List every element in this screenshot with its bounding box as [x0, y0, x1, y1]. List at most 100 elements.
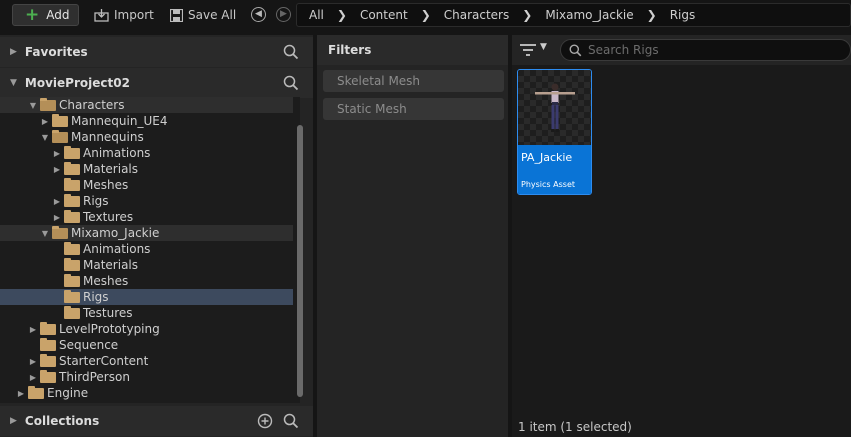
tree-item[interactable]: Animations [0, 241, 293, 257]
asset-tile-pa-jackie[interactable]: PA_Jackie Physics Asset [517, 69, 592, 195]
import-button[interactable]: Import [94, 4, 154, 26]
save-icon [170, 8, 183, 22]
tree-item[interactable]: ▶ StarterContent [0, 353, 293, 369]
asset-tile-info: PA_Jackie Physics Asset [518, 145, 591, 194]
asset-type: Physics Asset [521, 180, 575, 189]
breadcrumb-item-characters[interactable]: Characters [444, 8, 510, 22]
search-icon[interactable] [283, 75, 299, 91]
tree-item-label: Mixamo_Jackie [71, 226, 160, 240]
caret-down-icon[interactable]: ▼ [28, 101, 38, 110]
folder-icon [64, 241, 80, 255]
forward-nav-icon[interactable]: ▶ [276, 7, 291, 22]
tree-item[interactable]: ▶ Animations [0, 145, 293, 161]
tree-item[interactable]: Meshes [0, 273, 293, 289]
folder-tree: ▼ Characters ▶ Mannequin_UE4 ▼ Mannequins ▶ Ani… [0, 97, 300, 403]
breadcrumb-item-content[interactable]: Content [360, 8, 408, 22]
tree-item[interactable]: Meshes [0, 177, 293, 193]
folder-icon [64, 161, 80, 175]
chevron-right-icon[interactable]: ❯ [421, 8, 431, 22]
tree-item-label: Meshes [83, 178, 129, 192]
filter-static-mesh[interactable]: Static Mesh [323, 98, 504, 120]
folder-icon [64, 289, 80, 303]
folder-icon [64, 257, 80, 271]
add-collection-icon[interactable] [257, 413, 273, 429]
tree-item-label: Mannequin_UE4 [71, 114, 168, 128]
folder-icon [64, 193, 80, 207]
back-nav-icon[interactable]: ◀ [251, 7, 266, 22]
caret-right-icon[interactable]: ▶ [28, 325, 38, 334]
caret-down-icon[interactable]: ▼ [40, 133, 50, 142]
chevron-right-icon[interactable]: ❯ [337, 8, 347, 22]
tree-item[interactable]: Testures [0, 305, 293, 321]
status-text: 1 item (1 selected) [518, 420, 632, 434]
caret-right-icon[interactable]: ▶ [40, 117, 50, 126]
add-button[interactable]: + Add [12, 4, 79, 26]
tree-item[interactable]: ▶ Textures [0, 209, 293, 225]
tree-item[interactable]: ▶ Mannequin_UE4 [0, 113, 293, 129]
folder-icon [64, 305, 80, 319]
tree-item[interactable]: Sequence [0, 337, 293, 353]
chevron-right-icon[interactable]: ❯ [522, 8, 532, 22]
folder-icon [52, 113, 68, 127]
tree-item[interactable]: ▼ Mixamo_Jackie [0, 225, 293, 241]
tree-item[interactable]: ▶ LevelPrototyping [0, 321, 293, 337]
search-input[interactable] [588, 43, 828, 57]
tree-item-label: Sequence [59, 338, 119, 352]
tree-item-label: Materials [83, 258, 139, 272]
tree-item-label: LevelPrototyping [59, 322, 160, 336]
caret-right-icon[interactable]: ▶ [16, 389, 26, 398]
search-box[interactable] [560, 39, 851, 61]
breadcrumb-item-rigs[interactable]: Rigs [670, 8, 696, 22]
tree-item[interactable]: ▼ Characters [0, 97, 293, 113]
favorites-label: Favorites [24, 45, 88, 59]
tree-item[interactable]: ▶ Rigs [0, 193, 293, 209]
caret-right-icon[interactable]: ▶ [52, 213, 62, 222]
project-header[interactable]: ▼ MovieProject02 [0, 68, 313, 98]
tree-item[interactable]: ▶ Engine [0, 385, 293, 401]
breadcrumb-item-mixamo-jackie[interactable]: Mixamo_Jackie [545, 8, 633, 22]
search-icon[interactable] [283, 44, 299, 60]
save-all-button[interactable]: Save All [170, 4, 236, 26]
filter-skeletal-mesh[interactable]: Skeletal Mesh [323, 70, 504, 92]
folder-open-icon [52, 129, 68, 143]
collections-header[interactable]: ▶ Collections [0, 406, 313, 436]
filters-header: Filters [317, 35, 508, 65]
caret-right-icon[interactable]: ▶ [28, 357, 38, 366]
save-all-button-label: Save All [188, 8, 237, 22]
sources-panel: ▶ Favorites ▼ MovieProject02 ▼ Characters… [0, 35, 313, 437]
filter-icon[interactable] [520, 44, 536, 56]
tree-item-label: ThirdPerson [59, 370, 130, 384]
search-icon[interactable] [283, 413, 299, 429]
chevron-right-icon[interactable]: ❯ [647, 8, 657, 22]
tree-item[interactable]: ▶ ThirdPerson [0, 369, 293, 385]
tree-item[interactable]: Rigs [0, 289, 293, 305]
caret-down-icon[interactable]: ▼ [40, 229, 50, 238]
folder-icon [64, 177, 80, 191]
character-figure-icon [535, 83, 575, 132]
add-button-label: Add [46, 8, 70, 22]
asset-view-toolbar: ▼ [512, 35, 851, 65]
project-label: MovieProject02 [24, 76, 130, 90]
caret-right-icon[interactable]: ▶ [10, 47, 17, 57]
tree-scrollbar[interactable] [297, 125, 303, 397]
chevron-down-icon[interactable]: ▼ [540, 42, 547, 52]
tree-item-label: Rigs [83, 290, 109, 304]
caret-right-icon[interactable]: ▶ [10, 416, 17, 426]
tree-item-label: Meshes [83, 274, 129, 288]
folder-icon [64, 145, 80, 159]
breadcrumb-item-all[interactable]: All [309, 8, 324, 22]
caret-right-icon[interactable]: ▶ [52, 197, 62, 206]
caret-right-icon[interactable]: ▶ [52, 165, 62, 174]
folder-icon [40, 353, 56, 367]
favorites-header[interactable]: ▶ Favorites [0, 37, 313, 67]
tree-item[interactable]: ▼ Mannequins [0, 129, 293, 145]
tree-item[interactable]: ▶ Materials [0, 161, 293, 177]
caret-down-icon[interactable]: ▼ [10, 78, 17, 88]
tree-item[interactable]: Materials [0, 257, 293, 273]
caret-right-icon[interactable]: ▶ [28, 373, 38, 382]
tree-item-label: Engine [47, 386, 89, 400]
toolbar: + Add Import Save All ◀ ▶ All ❯ Content … [0, 0, 851, 31]
tree-item-label: Animations [83, 146, 151, 160]
caret-right-icon[interactable]: ▶ [52, 149, 62, 158]
folder-icon [40, 337, 56, 351]
